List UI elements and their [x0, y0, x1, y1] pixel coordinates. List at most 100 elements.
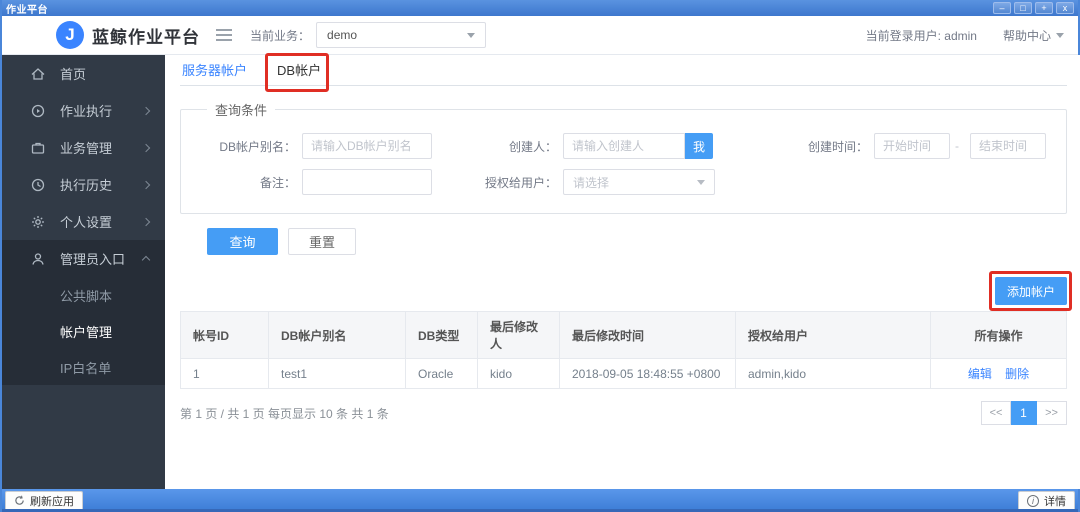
briefcase-icon: [30, 140, 46, 156]
delete-link[interactable]: 删除: [1005, 367, 1029, 381]
business-select-value: demo: [327, 28, 358, 42]
chevron-down-icon: [467, 32, 476, 38]
tab-server-account[interactable]: 服务器帐户: [182, 60, 247, 79]
cell-last-modifier: kido: [477, 358, 560, 389]
col-db-alias: DB帐户别名: [268, 311, 406, 359]
sidebar-item-job-execute[interactable]: 作业执行: [2, 92, 165, 129]
refresh-app-button[interactable]: 刷新应用: [5, 491, 83, 509]
creator-input[interactable]: [563, 133, 685, 159]
bottom-appbar: 刷新应用 详情: [2, 489, 1078, 512]
chevron-right-icon: [141, 180, 151, 189]
home-icon: [30, 66, 46, 82]
new-tab-icon[interactable]: +: [1035, 2, 1053, 14]
chevron-down-icon: [697, 179, 705, 185]
db-account-table: 帐号ID DB帐户别名 DB类型 最后修改人 最后修改时间 授权给用户 所有操作…: [180, 311, 1067, 389]
current-user-label: 当前登录用户: admin: [865, 28, 977, 43]
edit-link[interactable]: 编辑: [968, 367, 992, 381]
app-window: 作业平台 – □ + x J 蓝鲸作业平台 当前业务： demo 当前登录用户:…: [0, 0, 1080, 512]
col-granted-users: 授权给用户: [735, 311, 931, 359]
sidebar-item-label: 管理员入口: [60, 252, 126, 267]
grant-user-label: 授权给用户：: [484, 175, 557, 190]
window-controls: – □ + x: [993, 2, 1074, 14]
add-account-label: 添加帐户: [1006, 284, 1055, 299]
col-account-id: 帐号ID: [180, 311, 269, 359]
sidebar-subitem-label: 公共脚本: [60, 288, 113, 304]
cell-db-alias: test1: [268, 358, 406, 389]
chevron-down-icon: [1056, 32, 1064, 38]
chevron-right-icon: [141, 143, 151, 152]
create-time-label: 创建时间：: [807, 139, 868, 154]
sidebar-item-home[interactable]: 首页: [2, 55, 165, 92]
remark-input[interactable]: [302, 169, 432, 195]
sidebar-item-execute-history[interactable]: 执行历史: [2, 166, 165, 203]
query-actions: 查询 重置: [207, 228, 1067, 255]
account-tabbar: 服务器帐户 DB帐户: [180, 53, 1067, 92]
cell-account-id: 1: [180, 358, 269, 389]
grant-user-select[interactable]: 请选择: [563, 169, 715, 195]
chevron-right-icon: [141, 217, 151, 226]
sidebar-item-label: 业务管理: [60, 141, 113, 156]
main-content: 服务器帐户 DB帐户 查询条件 DB帐户别名： 创建人： 我: [165, 53, 1080, 489]
db-alias-label: DB帐户别名：: [219, 139, 296, 154]
next-page-button[interactable]: >>: [1037, 401, 1067, 425]
sidebar-subitem-ip-whitelist[interactable]: IP白名单: [2, 349, 165, 385]
cell-granted-users: admin,kido: [735, 358, 931, 389]
tab-db-account[interactable]: DB帐户: [265, 53, 330, 92]
query-panel-title: 查询条件: [215, 103, 268, 118]
business-label: 当前业务：: [250, 28, 311, 43]
help-center-menu[interactable]: 帮助中心: [1003, 27, 1064, 44]
pagination-bar: 第 1 页 / 共 1 页 每页显示 10 条 共 1 条 << 1 >>: [180, 401, 1067, 425]
help-center-label: 帮助中心: [1002, 28, 1051, 43]
business-select[interactable]: demo: [316, 22, 487, 48]
gear-icon: [30, 214, 46, 230]
col-last-modified-time: 最后修改时间: [559, 311, 736, 359]
end-time-input[interactable]: [970, 133, 1046, 159]
brand-title: 蓝鲸作业平台: [92, 27, 200, 47]
reset-button[interactable]: 重置: [288, 228, 356, 255]
tab-db-account-label: DB帐户: [277, 63, 322, 78]
col-last-modifier: 最后修改人: [477, 311, 560, 359]
sidebar-subitem-public-script[interactable]: 公共脚本: [2, 277, 165, 313]
window-title: 作业平台: [6, 4, 48, 16]
sidebar-item-label: 执行历史: [60, 178, 113, 193]
collapse-menu-icon[interactable]: [216, 29, 232, 41]
current-page-button[interactable]: 1: [1011, 401, 1037, 425]
db-alias-input[interactable]: [302, 133, 432, 159]
sidebar-item-personal-settings[interactable]: 个人设置: [2, 203, 165, 240]
time-separator: -: [955, 139, 959, 153]
info-icon: [1027, 494, 1039, 507]
pager: << 1 >>: [981, 401, 1067, 425]
sidebar-subitem-account-manage[interactable]: 帐户管理: [2, 313, 165, 349]
app-header: J 蓝鲸作业平台 当前业务： demo 当前登录用户: admin 帮助中心: [2, 16, 1078, 55]
table-header-row: 帐号ID DB帐户别名 DB类型 最后修改人 最后修改时间 授权给用户 所有操作: [180, 311, 1067, 359]
sidebar-item-business-manage[interactable]: 业务管理: [2, 129, 165, 166]
restore-icon[interactable]: □: [1014, 2, 1032, 14]
os-titlebar: 作业平台 – □ + x: [2, 0, 1078, 16]
remark-label: 备注：: [259, 175, 296, 190]
refresh-app-label: 刷新应用: [30, 495, 74, 508]
sidebar-item-label: 作业执行: [60, 104, 113, 119]
sidebar-item-admin-entry[interactable]: 管理员入口: [2, 240, 165, 277]
close-icon[interactable]: x: [1056, 2, 1074, 14]
detail-label: 详情: [1044, 495, 1066, 508]
add-account-row: 添加帐户: [180, 271, 1072, 311]
minimize-icon[interactable]: –: [993, 2, 1011, 14]
sidebar-admin-section: 管理员入口 公共脚本 帐户管理 IP白名单: [2, 240, 165, 385]
grant-user-select-value: 请选择: [573, 175, 610, 190]
add-account-button[interactable]: 添加帐户: [989, 271, 1072, 311]
sidebar-item-label: 个人设置: [60, 215, 113, 230]
start-time-input[interactable]: [874, 133, 950, 159]
cell-last-modified-time: 2018-09-05 18:48:55 +0800: [559, 358, 736, 389]
prev-page-button[interactable]: <<: [981, 401, 1011, 425]
search-button[interactable]: 查询: [207, 228, 278, 255]
col-operations: 所有操作: [930, 311, 1067, 359]
sidebar-subitem-label: IP白名单: [60, 360, 112, 376]
creator-label: 创建人：: [508, 139, 557, 154]
detail-button[interactable]: 详情: [1018, 491, 1075, 509]
pagination-summary: 第 1 页 / 共 1 页 每页显示 10 条 共 1 条: [180, 406, 389, 421]
table-row: 1 test1 Oracle kido 2018-09-05 18:48:55 …: [180, 358, 1067, 389]
me-button[interactable]: 我: [685, 133, 713, 159]
cell-db-type: Oracle: [405, 358, 478, 389]
sidebar-subitem-label: 帐户管理: [60, 324, 113, 340]
chevron-right-icon: [141, 106, 151, 115]
